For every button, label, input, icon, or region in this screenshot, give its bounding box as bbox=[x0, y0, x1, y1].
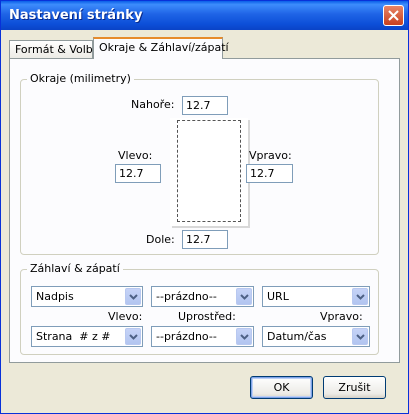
margins-group-label: Okraje (milimetry) bbox=[27, 72, 134, 85]
headers-footers-group: Záhlaví & zápatí Nadpis --prázdno-- URL bbox=[20, 262, 379, 355]
left-margin-input[interactable] bbox=[115, 164, 161, 183]
chevron-down-icon bbox=[240, 294, 249, 300]
chevron-down-icon bbox=[129, 334, 138, 340]
margin-outline bbox=[177, 120, 241, 222]
bottom-margin-label: Dole: bbox=[146, 233, 175, 246]
header-right-select[interactable]: URL bbox=[262, 286, 370, 307]
page-preview bbox=[170, 118, 248, 226]
dropdown-arrow[interactable] bbox=[125, 288, 141, 305]
chevron-down-icon bbox=[356, 334, 365, 340]
right-position-label: Vpravo: bbox=[320, 310, 363, 323]
footer-center-select[interactable]: --prázdno-- bbox=[151, 326, 254, 347]
chevron-down-icon bbox=[240, 334, 249, 340]
tab-label: Okraje & Záhlaví/zápatí bbox=[99, 41, 229, 54]
ok-button[interactable]: OK bbox=[250, 376, 313, 399]
footer-left-select[interactable]: Strana # z # bbox=[31, 326, 143, 347]
page-setup-dialog: Nastavení stránky Formát & Volby Okraje … bbox=[0, 0, 409, 414]
dropdown-arrow[interactable] bbox=[352, 328, 368, 345]
right-margin-input[interactable] bbox=[246, 164, 293, 183]
chevron-down-icon bbox=[129, 294, 138, 300]
top-margin-input[interactable] bbox=[182, 96, 228, 115]
tab-label: Formát & Volby bbox=[15, 43, 100, 56]
header-left-value: Nadpis bbox=[36, 290, 74, 303]
footer-center-value: --prázdno-- bbox=[156, 330, 217, 343]
right-margin-label: Vpravo: bbox=[249, 149, 292, 162]
dropdown-arrow[interactable] bbox=[236, 328, 252, 345]
tab-panel: Okraje (milimetry) Nahoře: Vlevo: Vpravo… bbox=[9, 58, 400, 363]
dropdown-arrow[interactable] bbox=[125, 328, 141, 345]
footer-right-select[interactable]: Datum/čas bbox=[262, 326, 370, 347]
header-center-select[interactable]: --prázdno-- bbox=[151, 286, 254, 307]
headers-footers-group-label: Záhlaví & zápatí bbox=[27, 262, 123, 275]
dropdown-arrow[interactable] bbox=[352, 288, 368, 305]
dropdown-arrow[interactable] bbox=[236, 288, 252, 305]
footer-right-value: Datum/čas bbox=[267, 330, 327, 343]
top-margin-label: Nahoře: bbox=[131, 98, 175, 111]
header-left-select[interactable]: Nadpis bbox=[31, 286, 143, 307]
close-icon bbox=[388, 10, 399, 21]
title-bar[interactable]: Nastavení stránky bbox=[1, 1, 408, 30]
cancel-button[interactable]: Zrušit bbox=[323, 376, 386, 399]
dialog-title: Nastavení stránky bbox=[9, 8, 143, 23]
left-position-label: Vlevo: bbox=[108, 310, 143, 323]
center-position-label: Uprostřed: bbox=[178, 310, 236, 323]
tab-margins-headers[interactable]: Okraje & Záhlaví/zápatí bbox=[93, 37, 229, 59]
close-button[interactable] bbox=[383, 5, 404, 26]
bottom-margin-input[interactable] bbox=[182, 230, 228, 249]
left-margin-label: Vlevo: bbox=[118, 149, 153, 162]
header-right-value: URL bbox=[267, 290, 289, 303]
tab-format-options[interactable]: Formát & Volby bbox=[9, 40, 99, 58]
footer-left-value: Strana # z # bbox=[36, 330, 111, 343]
header-center-value: --prázdno-- bbox=[156, 290, 217, 303]
chevron-down-icon bbox=[356, 294, 365, 300]
margins-group: Okraje (milimetry) Nahoře: Vlevo: Vpravo… bbox=[20, 72, 379, 255]
